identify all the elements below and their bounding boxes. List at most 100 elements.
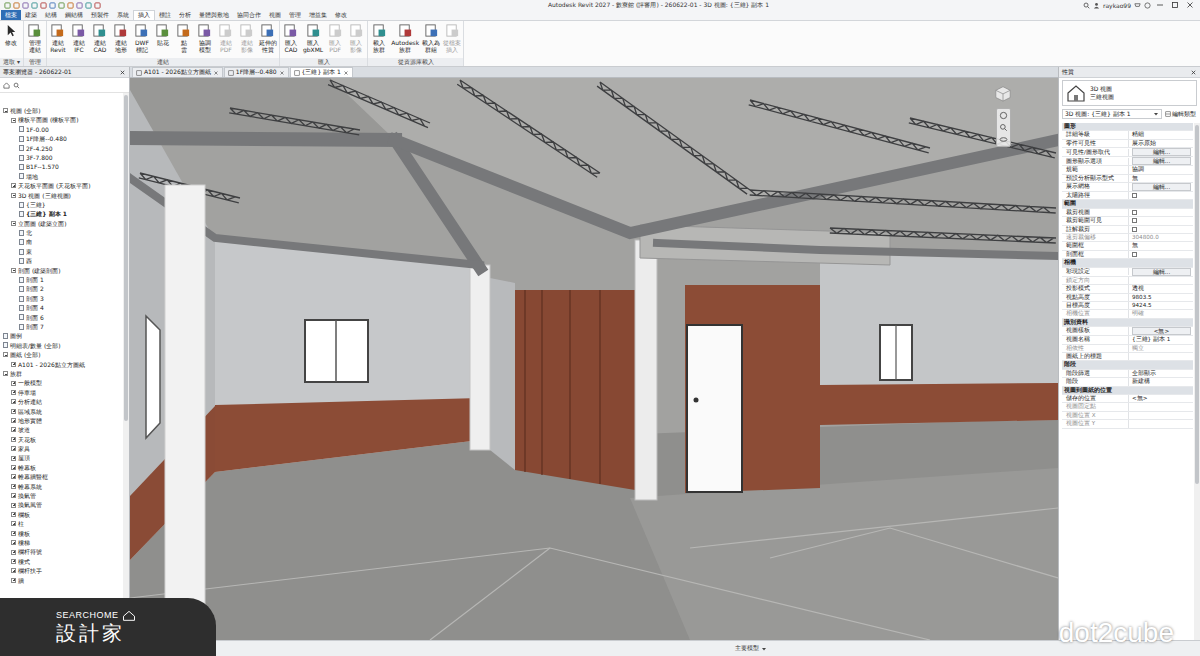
scrollbar[interactable]	[1194, 123, 1200, 640]
property-row[interactable]: 圖形顯示選項編輯...	[1062, 157, 1193, 166]
ribbon-tab[interactable]: 標註	[155, 10, 175, 20]
expander-icon[interactable]	[11, 221, 16, 226]
ribbon-button[interactable]: 管理連結	[25, 23, 45, 53]
help-icon[interactable]	[1144, 2, 1151, 9]
type-selector[interactable]: 3D 視圖三維視圖	[1062, 80, 1197, 106]
tree-item[interactable]: {三維} 副本 1	[0, 209, 123, 218]
tree-item[interactable]: 剖面 4	[0, 303, 123, 312]
expander-icon[interactable]	[11, 465, 16, 470]
property-section[interactable]: 圖形	[1064, 123, 1076, 130]
tree-item[interactable]: 帷幕系統	[0, 482, 123, 491]
instance-selector[interactable]: 3D 視圖: {三維} 副本 1	[1062, 109, 1162, 119]
tree-item[interactable]: 3F-7.800	[0, 153, 123, 162]
tree-item[interactable]: 柱	[0, 519, 123, 528]
property-row[interactable]: 零件可見性展示原始	[1062, 140, 1193, 148]
tree-item[interactable]: 明細表/數量 (全部)	[0, 341, 123, 350]
ribbon-button[interactable]: 修改	[1, 23, 21, 46]
property-row[interactable]: 預設分析顯示型式無	[1062, 175, 1193, 183]
tree-item[interactable]: 圖紙 (全部)	[0, 350, 123, 359]
tree-item[interactable]: 坡道	[0, 425, 123, 434]
search-icon[interactable]	[13, 82, 20, 89]
edit-type-button[interactable]: 編輯類型	[1164, 110, 1197, 118]
quick-access-icon[interactable]	[67, 2, 74, 9]
tree-item[interactable]: 剖面 6	[0, 313, 123, 322]
property-row[interactable]: 展示網格編輯...	[1062, 183, 1193, 192]
ribbon-tab[interactable]: 分析	[175, 10, 195, 20]
view-tab[interactable]: {三維} 副本 1	[290, 67, 353, 77]
property-row[interactable]: 視圖樣板<無>	[1062, 327, 1193, 336]
quick-access-icon[interactable]	[94, 2, 101, 9]
3d-viewport[interactable]	[130, 78, 1058, 640]
ribbon-button[interactable]: 連結IFC	[69, 23, 89, 53]
tree-item[interactable]: 地形實體	[0, 416, 123, 425]
tree-item[interactable]: 帷幕板	[0, 463, 123, 472]
ribbon-button[interactable]: 協調模型	[195, 23, 215, 53]
ribbon-tab[interactable]: 鋼結構	[61, 10, 87, 20]
property-row[interactable]: 儲存的位置<無>	[1062, 395, 1193, 403]
ribbon-tab[interactable]: 量體與敷地	[195, 10, 233, 20]
expander-icon[interactable]	[11, 362, 16, 367]
property-row[interactable]: 視點高度9803.5	[1062, 294, 1193, 302]
steering-wheel-icon[interactable]	[999, 111, 1008, 120]
tree-item[interactable]: 剖面 2	[0, 284, 123, 293]
ribbon-button[interactable]: 貼花	[153, 23, 173, 46]
quick-access-icon[interactable]	[49, 2, 56, 9]
expander-icon[interactable]	[11, 118, 16, 123]
expander-icon[interactable]	[11, 503, 16, 508]
ribbon-button[interactable]: DWF標記	[132, 23, 152, 53]
quick-access-icon[interactable]	[4, 2, 11, 9]
property-row[interactable]: 詳細等級精細	[1062, 131, 1193, 139]
close-icon[interactable]	[119, 69, 126, 76]
ribbon-button[interactable]: 延伸的性質	[258, 23, 278, 53]
tree-item[interactable]: 樓板	[0, 529, 123, 538]
property-row[interactable]: 彩現設定編輯...	[1062, 268, 1193, 277]
tree-item[interactable]: 帷幕牆豎框	[0, 472, 123, 481]
property-row[interactable]: 視圖名稱{三維} 副本 1	[1062, 336, 1193, 344]
close-icon[interactable]	[1184, 1, 1196, 9]
tree-item[interactable]: 欄板	[0, 510, 123, 519]
view-tab[interactable]: A101 - 2026點立方圖紙	[132, 67, 223, 77]
tree-item[interactable]: A101 - 2026點立方圖紙	[0, 360, 123, 369]
view-cube-icon[interactable]	[992, 84, 1014, 102]
tree-item[interactable]: 換氣管	[0, 491, 123, 500]
close-icon[interactable]	[279, 70, 285, 76]
tree-item[interactable]: 1F降層--0.480	[0, 134, 123, 143]
tree-item[interactable]: 3D 視圖 (三維視圖)	[0, 191, 123, 200]
user-name[interactable]: raykao99	[1103, 2, 1131, 9]
tree-item[interactable]: 樓梯	[0, 538, 123, 547]
quick-access-icon[interactable]	[76, 2, 83, 9]
scrollbar[interactable]	[123, 93, 129, 640]
expander-icon[interactable]	[11, 418, 16, 423]
tree-item[interactable]: 視圖 (全部)	[0, 106, 123, 115]
minimize-icon[interactable]	[1154, 1, 1166, 9]
tree-item[interactable]: 圖例	[0, 331, 123, 340]
ribbon-tab[interactable]: 檔案	[1, 10, 21, 20]
property-checkbox[interactable]	[1132, 227, 1137, 232]
cart-icon[interactable]	[1134, 2, 1141, 9]
quick-access-icon[interactable]	[85, 2, 92, 9]
property-edit-button[interactable]: <無>	[1132, 327, 1191, 335]
expander-icon[interactable]	[11, 578, 16, 583]
ribbon-panel-label[interactable]: 選取 ▾	[0, 58, 23, 66]
tree-item[interactable]: 換氣風管	[0, 500, 123, 509]
property-checkbox[interactable]	[1132, 210, 1137, 215]
property-row[interactable]: 剖面框	[1062, 251, 1193, 259]
expander-icon[interactable]	[11, 521, 16, 526]
ribbon-tab[interactable]: 結構	[41, 10, 61, 20]
property-edit-button[interactable]: 編輯...	[1132, 268, 1191, 276]
ribbon-tab[interactable]: 插入	[133, 10, 155, 20]
property-section[interactable]: 相機	[1064, 259, 1076, 266]
expander-icon[interactable]	[11, 446, 16, 451]
user-icon[interactable]	[1093, 2, 1100, 9]
orbit-icon[interactable]	[999, 135, 1008, 144]
property-row[interactable]: 投影模式透視	[1062, 285, 1193, 293]
tree-item[interactable]: 欄杆符號	[0, 547, 123, 556]
tree-item[interactable]: 場地	[0, 172, 123, 181]
ribbon-tab[interactable]: 管理	[285, 10, 305, 20]
tree-item[interactable]: 樓式	[0, 557, 123, 566]
ribbon-panel-label[interactable]: 從資源庫載入	[368, 58, 463, 66]
property-row[interactable]: 範圍框無	[1062, 242, 1193, 250]
property-row[interactable]: 裁剪視圖	[1062, 209, 1193, 217]
tree-item[interactable]: 剖面 (建築剖面)	[0, 266, 123, 275]
expander-icon[interactable]	[11, 409, 16, 414]
